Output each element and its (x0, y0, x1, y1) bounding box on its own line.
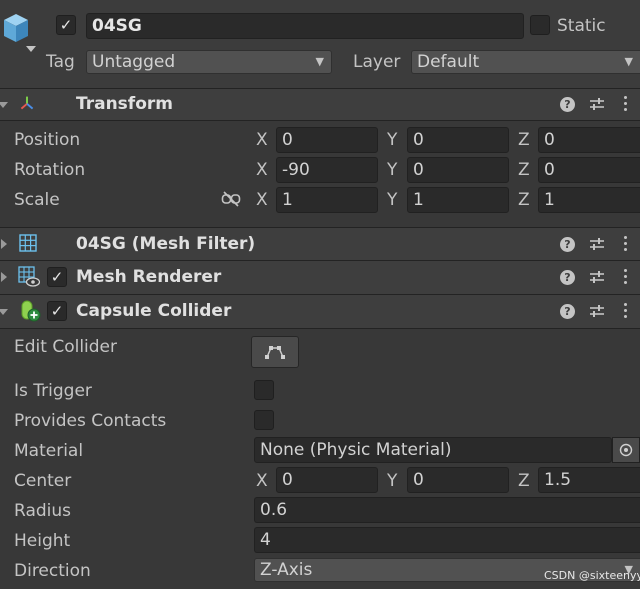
chevron-down-icon: ▼ (624, 55, 633, 68)
presets-sliders-icon[interactable] (589, 269, 605, 285)
object-name-field[interactable]: 04SG (86, 13, 524, 39)
capsule-collider-icon (21, 300, 41, 322)
mesh-filter-title: 04SG (Mesh Filter) (76, 234, 256, 254)
radius-field[interactable]: 0.6 (254, 497, 640, 523)
is-trigger-checkbox[interactable] (254, 380, 274, 400)
scale-x-field[interactable]: 1 (276, 187, 378, 213)
mesh-renderer-title: Mesh Renderer (76, 267, 222, 287)
more-options-icon[interactable] (624, 96, 628, 114)
is-trigger-label: Is Trigger (14, 381, 92, 401)
scale-y-axis-label[interactable]: Y (387, 189, 397, 211)
presets-sliders-icon[interactable] (589, 236, 605, 252)
position-z-axis-label[interactable]: Z (518, 129, 530, 151)
position-x-axis-label[interactable]: X (256, 129, 268, 151)
radius-label[interactable]: Radius (14, 500, 71, 522)
layer-dropdown[interactable]: Default ▼ (411, 50, 640, 74)
material-object-field[interactable]: None (Physic Material) (254, 437, 612, 463)
tag-value: Untagged (92, 52, 176, 72)
presets-sliders-icon[interactable] (589, 303, 605, 319)
position-y-axis-label[interactable]: Y (387, 129, 397, 151)
direction-value: Z-Axis (260, 560, 313, 580)
layer-label: Layer (353, 52, 401, 72)
foldout-arrow-icon[interactable] (1, 272, 7, 282)
tag-dropdown[interactable]: Untagged ▼ (86, 50, 332, 74)
center-y-field[interactable]: 0 (407, 467, 509, 493)
capsule-collider-enabled-checkbox[interactable]: ✓ (47, 301, 67, 321)
divider (0, 120, 640, 121)
foldout-arrow-icon[interactable] (0, 309, 8, 315)
edit-collider-icon (265, 346, 285, 359)
gameobject-cube-icon[interactable] (0, 8, 36, 56)
constrain-proportions-unlinked-icon[interactable] (221, 191, 241, 207)
presets-sliders-icon[interactable] (589, 96, 605, 112)
center-label[interactable]: Center (14, 470, 71, 492)
scale-x-axis-label[interactable]: X (256, 189, 268, 211)
direction-label: Direction (14, 561, 91, 581)
rotation-y-field[interactable]: 0 (407, 157, 509, 183)
position-label[interactable]: Position (14, 129, 80, 151)
provides-contacts-label: Provides Contacts (14, 411, 167, 431)
foldout-arrow-icon[interactable] (1, 239, 7, 249)
material-label[interactable]: Material (14, 440, 83, 462)
static-label: Static (557, 16, 606, 36)
transform-axes-icon (20, 96, 34, 110)
scale-z-field[interactable]: 1 (538, 187, 640, 213)
rotation-z-axis-label[interactable]: Z (518, 159, 530, 181)
position-z-field[interactable]: 0 (538, 127, 640, 153)
mesh-grid-icon (19, 234, 37, 252)
scale-z-axis-label[interactable]: Z (518, 189, 530, 211)
scale-y-field[interactable]: 1 (407, 187, 509, 213)
more-options-icon[interactable] (624, 303, 628, 321)
mesh-renderer-icon (18, 266, 40, 287)
more-options-icon[interactable] (624, 236, 628, 254)
edit-collider-label: Edit Collider (14, 337, 118, 357)
active-checkbox[interactable]: ✓ (56, 15, 76, 35)
foldout-arrow-icon[interactable] (0, 102, 8, 108)
static-checkbox[interactable] (530, 15, 550, 35)
position-y-field[interactable]: 0 (407, 127, 509, 153)
provides-contacts-checkbox[interactable] (254, 410, 274, 430)
help-icon[interactable]: ? (560, 97, 575, 112)
watermark-text: CSDN @sixteenyy (544, 569, 640, 582)
chevron-down-icon: ▼ (315, 55, 324, 68)
center-z-field[interactable]: 1.5 (538, 467, 640, 493)
layer-value: Default (417, 52, 480, 72)
capsule-collider-title: Capsule Collider (76, 301, 232, 321)
help-icon[interactable]: ? (560, 304, 575, 319)
divider (0, 328, 640, 329)
center-x-field[interactable]: 0 (276, 467, 378, 493)
center-y-axis-label[interactable]: Y (387, 470, 397, 492)
mesh-renderer-enabled-checkbox[interactable]: ✓ (47, 267, 67, 287)
help-icon[interactable]: ? (560, 237, 575, 252)
target-picker-icon (619, 443, 633, 457)
edit-collider-button[interactable] (251, 336, 299, 368)
rotation-z-field[interactable]: 0 (538, 157, 640, 183)
position-x-field[interactable]: 0 (276, 127, 378, 153)
center-z-axis-label[interactable]: Z (518, 470, 530, 492)
help-icon[interactable]: ? (560, 270, 575, 285)
rotation-label[interactable]: Rotation (14, 159, 85, 181)
tag-label: Tag (46, 52, 75, 72)
object-picker-button[interactable] (612, 437, 640, 463)
scale-label[interactable]: Scale (14, 189, 60, 211)
more-options-icon[interactable] (624, 269, 628, 287)
rotation-y-axis-label[interactable]: Y (387, 159, 397, 181)
height-field[interactable]: 4 (254, 527, 640, 553)
transform-title: Transform (76, 94, 173, 114)
height-label[interactable]: Height (14, 530, 70, 552)
center-x-axis-label[interactable]: X (256, 470, 268, 492)
rotation-x-field[interactable]: -90 (276, 157, 378, 183)
rotation-x-axis-label[interactable]: X (256, 159, 268, 181)
